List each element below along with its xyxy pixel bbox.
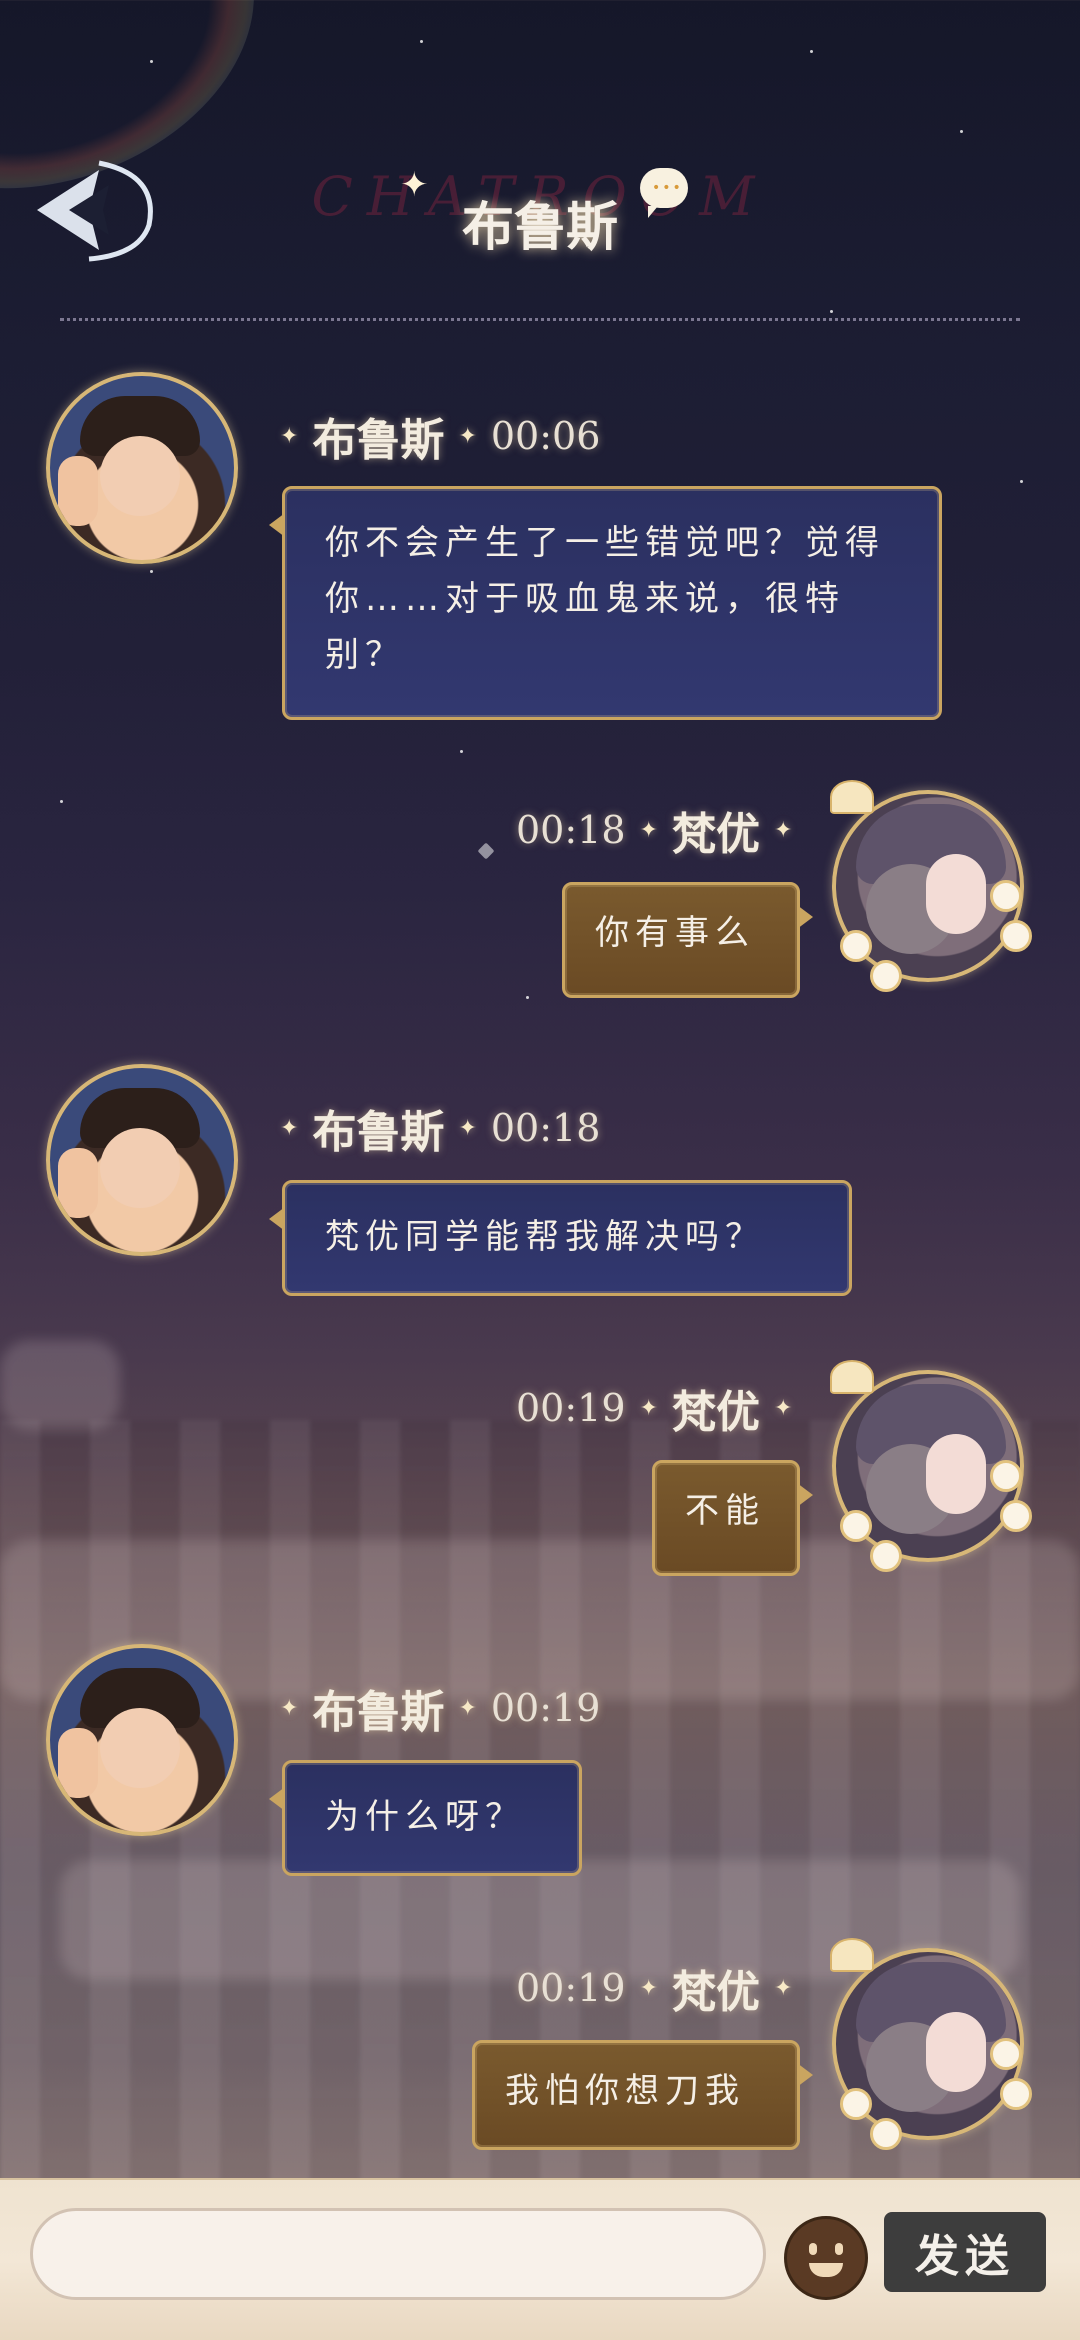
- sender-name: 布鲁斯: [312, 415, 445, 466]
- avatar-bruce[interactable]: [46, 1644, 238, 1836]
- sender-name: 梵优: [671, 809, 760, 860]
- message-bubble[interactable]: 你不会产生了一些错觉吧？觉得你……对于吸血鬼来说，很特别？: [269, 486, 942, 720]
- message-header: 00:18 ✦ 梵优 ✦: [516, 798, 806, 862]
- avatar-fanyou[interactable]: [832, 1948, 1024, 2140]
- message-time: 00:19: [516, 1386, 626, 1430]
- input-bar: 发送: [0, 2178, 1080, 2340]
- avatar-bruce[interactable]: [46, 1064, 238, 1256]
- sparkle-icon: ✦: [400, 165, 429, 205]
- page-title: 布鲁斯: [461, 198, 618, 258]
- message-time: 00:19: [490, 1686, 601, 1730]
- chat-bubble-icon: •••: [640, 168, 688, 218]
- sender-name: 梵优: [671, 1387, 760, 1438]
- message-header: 00:19 ✦ 梵优 ✦: [516, 1376, 806, 1440]
- message-header: ✦ 布鲁斯 ✦ 00:18: [266, 1096, 600, 1160]
- message-bubble[interactable]: 不能: [652, 1460, 813, 1576]
- message-bubble[interactable]: 为什么呀？: [269, 1760, 582, 1876]
- avatar-fanyou[interactable]: [832, 1370, 1024, 1562]
- sender-name: 梵优: [671, 1967, 760, 2018]
- sender-name: 布鲁斯: [312, 1107, 445, 1158]
- avatar-bruce[interactable]: [46, 372, 238, 564]
- message-time: 00:06: [490, 414, 601, 458]
- message-bubble[interactable]: 我怕你想刀我: [472, 2040, 813, 2150]
- message-time: 00:19: [516, 1966, 626, 2010]
- message-header: ✦ 布鲁斯 ✦ 00:19: [266, 1676, 600, 1740]
- message-bubble[interactable]: 梵优同学能帮我解决吗？: [269, 1180, 852, 1296]
- sender-name: 布鲁斯: [312, 1687, 445, 1738]
- message-time: 00:18: [516, 808, 626, 852]
- message-bubble[interactable]: 你有事么: [562, 882, 813, 998]
- message-header: ✦ 布鲁斯 ✦ 00:06: [266, 404, 600, 468]
- emoji-button[interactable]: [784, 2216, 868, 2300]
- divider: [60, 318, 1020, 321]
- send-button[interactable]: 发送: [884, 2212, 1046, 2292]
- message-header: 00:19 ✦ 梵优 ✦: [516, 1956, 806, 2020]
- avatar-fanyou[interactable]: [832, 790, 1024, 982]
- message-input[interactable]: [30, 2208, 766, 2300]
- message-time: 00:18: [490, 1106, 601, 1150]
